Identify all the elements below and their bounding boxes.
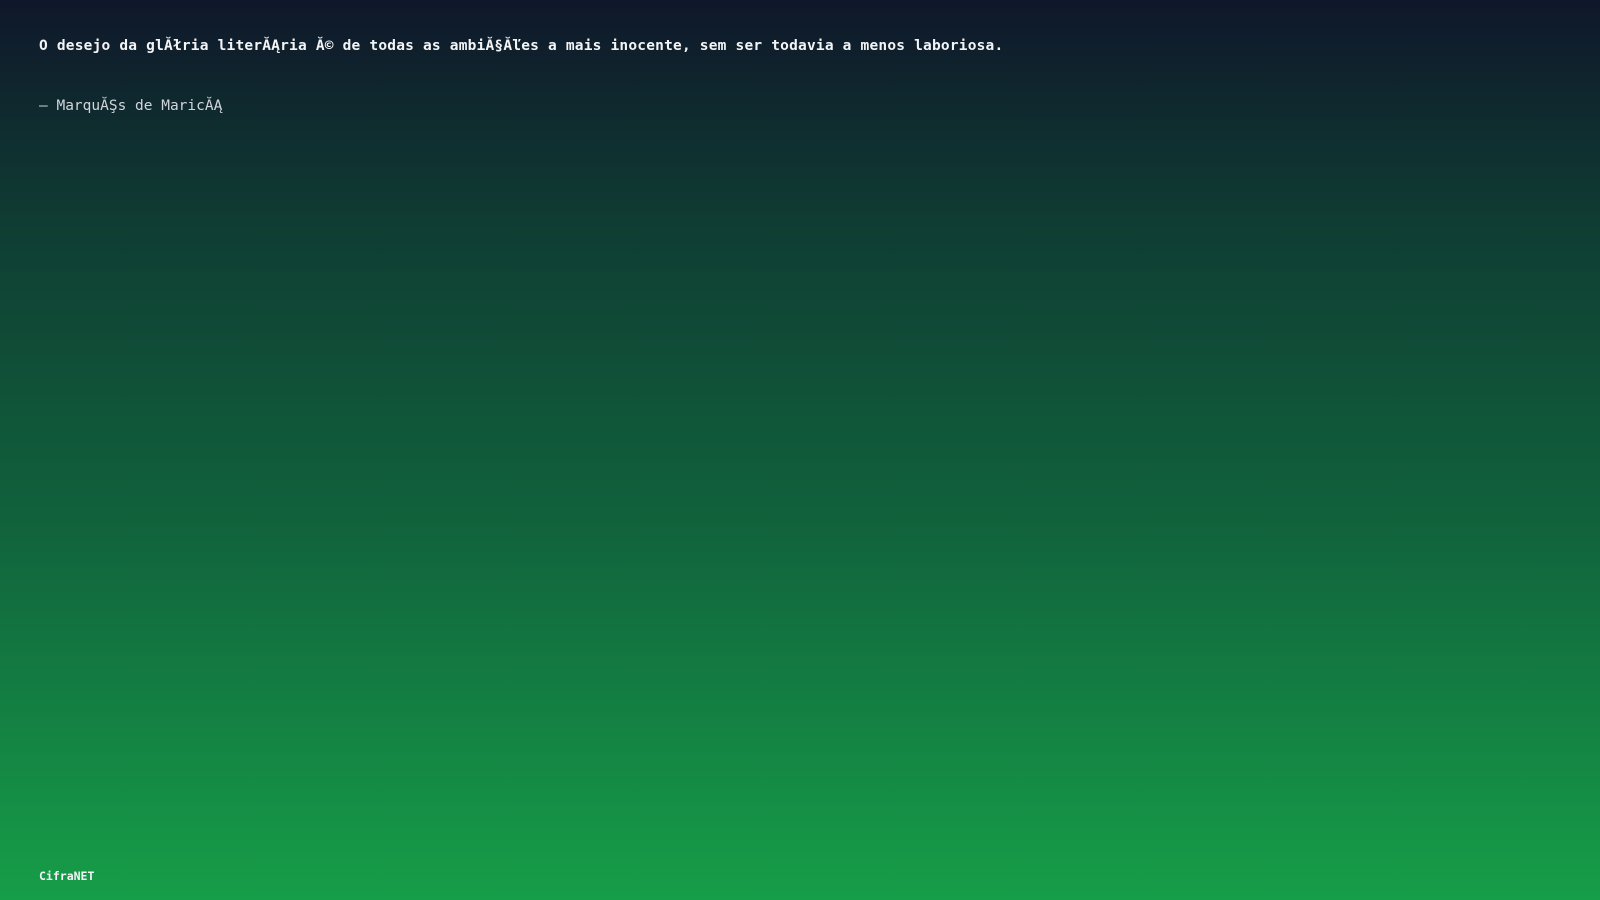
quote-text: O desejo da glĂłria literĂĄria Ă© de tod… (39, 38, 1004, 54)
brand-label: CifraNET (39, 869, 95, 883)
page-root: { "quote": { "text": "O desejo da glĂłri… (0, 0, 1600, 900)
quote-author: – MarquĂŞs de MaricĂĄ (39, 98, 223, 114)
